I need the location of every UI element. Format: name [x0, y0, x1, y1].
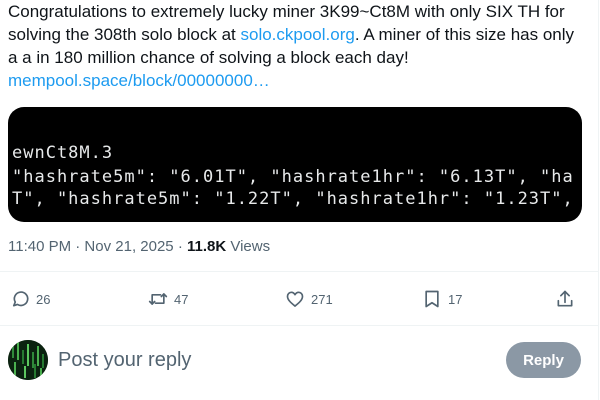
tweet-media-image[interactable]: ewnCt8M.3 "hashrate5m": "6.01T", "hashra… [8, 107, 582, 222]
avatar[interactable] [8, 340, 48, 380]
column-border [598, 0, 599, 400]
bookmark-count: 17 [448, 291, 463, 307]
tweet-detail-page: Congratulations to extremely lucky miner… [0, 0, 600, 400]
ckpool-link[interactable]: solo.ckpool.org [240, 25, 354, 44]
divider [0, 325, 598, 326]
like-icon [285, 289, 305, 309]
tweet-text: Congratulations to extremely lucky miner… [8, 0, 588, 92]
reply-count: 26 [36, 291, 51, 307]
share-action-button[interactable] [555, 288, 575, 310]
views-count: 11.8K [187, 238, 227, 255]
bookmark-icon [422, 289, 442, 309]
share-icon [555, 289, 575, 309]
media-text-line: "hashrate5m": "6.01T", "hashrate1hr": "6… [12, 167, 574, 187]
reply-input[interactable]: Post your reply [58, 349, 191, 372]
tweet-meta: 11:40 PM · Nov 21, 2025 · 11.8K Views [8, 238, 270, 255]
like-count: 271 [311, 291, 333, 307]
views-label: Views [226, 238, 271, 255]
mempool-link[interactable]: mempool.space/block/00000000… [8, 71, 270, 90]
retweet-count: 47 [174, 291, 189, 307]
reply-action-button[interactable]: 26 [10, 288, 50, 310]
retweet-icon [148, 289, 168, 309]
divider [0, 271, 598, 272]
reply-button[interactable]: Reply [506, 342, 581, 378]
tweet-timestamp[interactable]: 11:40 PM · Nov 21, 2025 [8, 238, 174, 255]
reply-icon [10, 289, 30, 309]
meta-separator: · [173, 238, 187, 255]
media-text-line: ewnCt8M.3 [12, 143, 114, 163]
like-action-button[interactable]: 271 [285, 288, 333, 310]
media-text-line: T", "hashrate5m": "1.22T", "hashrate1hr"… [12, 189, 574, 209]
bookmark-action-button[interactable]: 17 [422, 288, 462, 310]
retweet-action-button[interactable]: 47 [148, 288, 188, 310]
